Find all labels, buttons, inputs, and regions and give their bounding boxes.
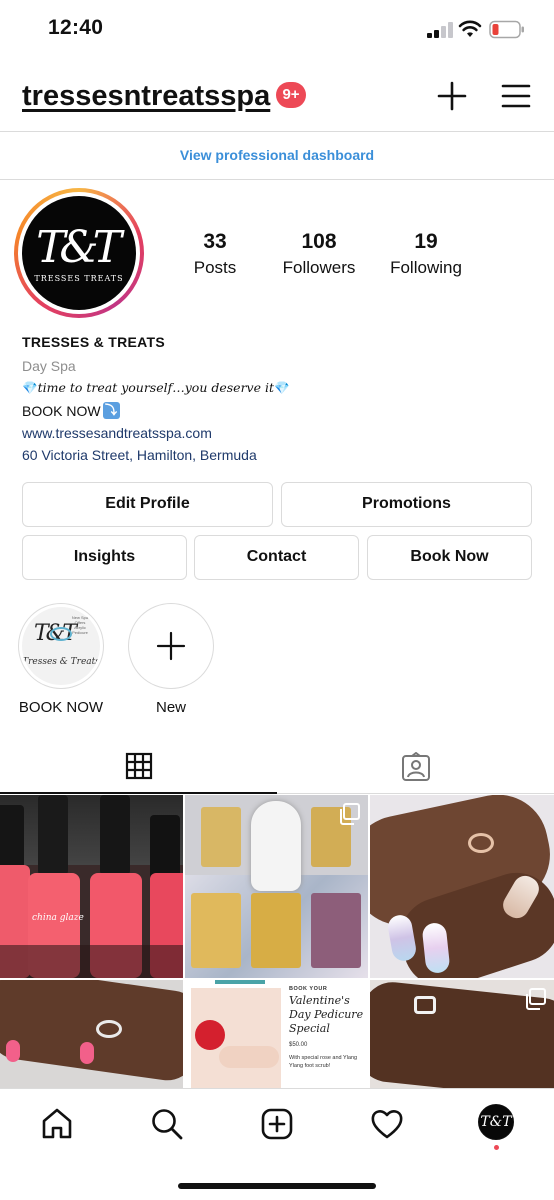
- battery-icon: [489, 20, 524, 39]
- category-label: Day Spa: [22, 358, 76, 374]
- home-icon[interactable]: [40, 1107, 74, 1141]
- highlight-book-now[interactable]: T&T Tresses & Treats New Spa Offers Acryl…: [17, 603, 105, 716]
- down-arrow-icon: ⤵: [102, 402, 120, 419]
- cellular-signal-icon: [427, 22, 453, 38]
- stat-posts[interactable]: 33 Posts: [160, 230, 270, 278]
- profile-avatar[interactable]: T&T TRESSES TREATS: [14, 188, 144, 318]
- create-post-icon[interactable]: [260, 1107, 294, 1141]
- post-thumbnail[interactable]: [370, 980, 554, 1090]
- status-bar: 12:40: [0, 0, 554, 60]
- grid-icon: [125, 752, 152, 780]
- highlight-label: BOOK NOW: [18, 699, 104, 716]
- profile-bio: TRESSES & TREATS Day Spa 💎time to treat …: [22, 334, 542, 463]
- edit-profile-button[interactable]: Edit Profile: [22, 482, 273, 527]
- highlight-label: New: [155, 699, 186, 716]
- display-name: TRESSES & TREATS: [22, 334, 166, 350]
- logo-wordmark: TRESSES TREATS: [34, 273, 124, 283]
- tab-tagged[interactable]: [277, 740, 554, 794]
- tab-posts-grid[interactable]: [0, 740, 277, 794]
- wifi-icon: [458, 20, 482, 37]
- address-link[interactable]: 60 Victoria Street, Hamilton, Bermuda: [22, 447, 542, 463]
- tagline-text: time to treat yourself…you deserve it: [37, 380, 274, 395]
- post-thumbnail[interactable]: [370, 795, 554, 978]
- post-kicker: BOOK YOUR: [289, 986, 328, 992]
- stat-value: 19: [414, 230, 438, 253]
- post-title: Valentine's Day Pedicure Special: [289, 994, 364, 1035]
- hamburger-menu-icon[interactable]: [500, 80, 532, 112]
- gem-icon: 💎: [274, 380, 290, 395]
- logo-monogram: T&T: [36, 221, 122, 273]
- status-time: 12:40: [48, 16, 104, 39]
- heart-icon[interactable]: [370, 1107, 404, 1141]
- bottom-navigation: T&T: [0, 1088, 554, 1200]
- post-brand-text: china glaze: [32, 913, 84, 923]
- profile-tab-avatar[interactable]: T&T: [478, 1104, 514, 1140]
- bio-cta: BOOK NOW ⤵: [22, 402, 542, 419]
- notification-badge[interactable]: 9+: [276, 82, 306, 108]
- account-switcher-username[interactable]: tressesntreatsspa: [22, 80, 270, 113]
- carousel-icon: [526, 988, 546, 1010]
- stat-value: 33: [203, 230, 227, 253]
- highlight-new[interactable]: New: [127, 603, 215, 716]
- highlight-thumb-caption: Tresses & Treats: [22, 657, 100, 667]
- plus-icon[interactable]: [436, 80, 468, 112]
- profile-stats: 33 Posts 108 Followers 19 Following: [160, 230, 480, 280]
- gem-icon: 💎: [22, 380, 38, 395]
- search-icon[interactable]: [150, 1107, 184, 1141]
- cta-text: BOOK NOW: [22, 402, 101, 419]
- home-indicator: [178, 1183, 376, 1189]
- profile-tabs: [0, 740, 554, 794]
- bio-tagline: 💎time to treat yourself…you deserve it💎: [22, 380, 542, 396]
- post-price: $50.00: [289, 1042, 308, 1048]
- professional-dashboard-link[interactable]: View professional dashboard: [0, 132, 554, 180]
- stat-following[interactable]: 19 Following: [371, 230, 481, 278]
- plus-icon: [156, 631, 186, 661]
- insights-button[interactable]: Insights: [22, 535, 187, 580]
- posts-grid: china glaze BOOK YOUR Valentine's Day Pe…: [0, 795, 554, 1090]
- contact-button[interactable]: Contact: [194, 535, 359, 580]
- post-thumbnail[interactable]: [185, 795, 368, 978]
- tagged-icon: [401, 751, 430, 781]
- post-thumbnail[interactable]: china glaze: [0, 795, 183, 978]
- post-thumbnail[interactable]: BOOK YOUR Valentine's Day Pedicure Speci…: [185, 980, 368, 1090]
- website-link[interactable]: www.tressesandtreatsspa.com: [22, 425, 542, 441]
- profile-header: tressesntreatsspa 9+: [0, 60, 554, 132]
- promotions-button[interactable]: Promotions: [281, 482, 532, 527]
- highlight-thumbnail: T&T Tresses & Treats New Spa Offers Acryl…: [22, 607, 100, 685]
- book-now-button[interactable]: Book Now: [367, 535, 532, 580]
- post-thumbnail[interactable]: [0, 980, 183, 1090]
- post-desc: With special rose and Ylang Ylang foot s…: [289, 1055, 358, 1069]
- stat-value: 108: [301, 230, 337, 253]
- stat-label: Posts: [193, 258, 237, 277]
- carousel-icon: [340, 803, 360, 825]
- brand-logo: T&T TRESSES TREATS: [22, 196, 136, 310]
- notification-dot: [494, 1145, 499, 1150]
- stat-label: Followers: [282, 258, 356, 277]
- stat-followers[interactable]: 108 Followers: [264, 230, 374, 278]
- stat-label: Following: [390, 258, 462, 277]
